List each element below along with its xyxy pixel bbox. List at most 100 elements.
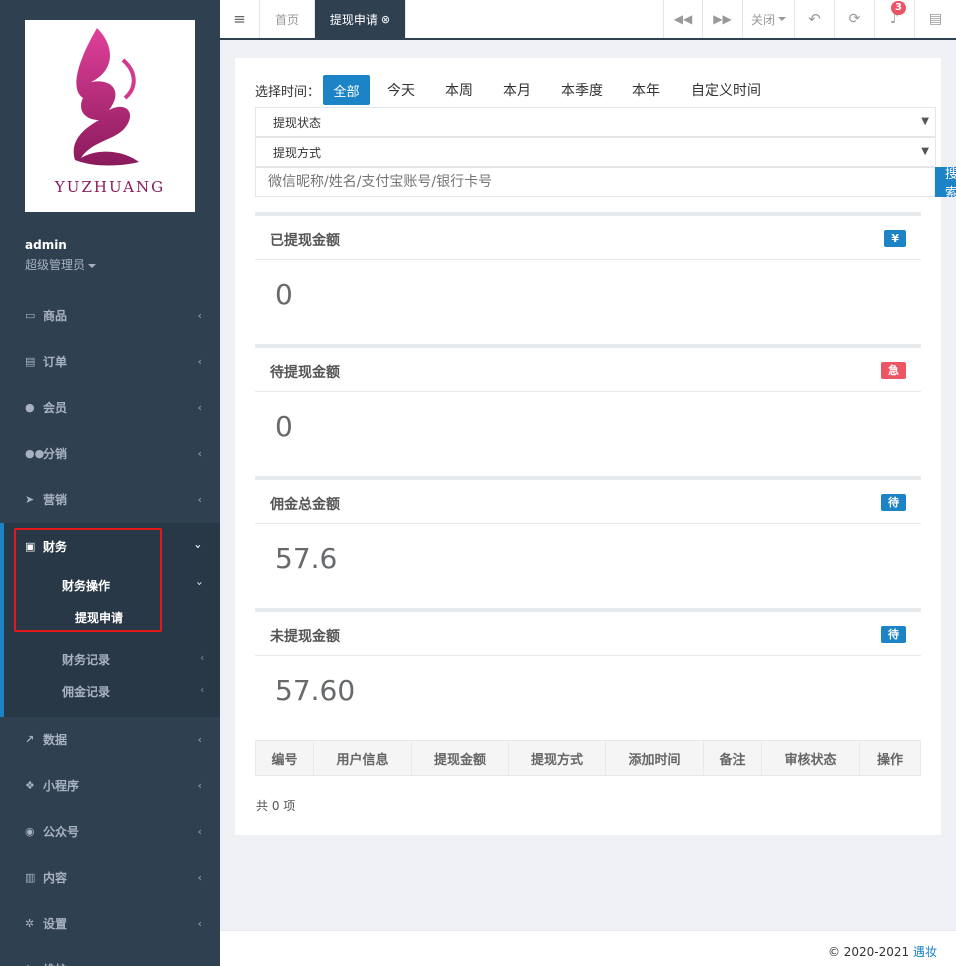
- settings-panel-icon[interactable]: ▤: [915, 0, 956, 38]
- stat-value: 0: [275, 278, 293, 311]
- search-button-label: 搜索: [945, 167, 956, 197]
- chevron-left-icon: ‹: [197, 493, 202, 506]
- tab-home[interactable]: 首页: [260, 0, 315, 38]
- table-header-row: 编号 用户信息 提现金额 提现方式 添加时间 备注 审核状态 操作: [255, 740, 921, 776]
- wechat-icon: ◉: [25, 824, 35, 838]
- send-icon: ➤: [25, 492, 35, 506]
- stat-header: 待提现金额 急: [255, 348, 921, 392]
- bell-icon[interactable]: ♪ 3: [875, 0, 915, 38]
- select-value: 提现状态: [273, 115, 322, 130]
- time-filter-quarter[interactable]: 本季度: [552, 75, 612, 105]
- stat-box-withdrawn: 已提现金额 ¥ 0: [255, 212, 921, 334]
- cubes-icon: ❖: [25, 778, 35, 792]
- sidebar-item-marketing[interactable]: ➤ 营销 ‹: [0, 476, 220, 522]
- sidebar-item-settings[interactable]: ✲ 设置 ‹: [0, 900, 220, 946]
- table-header-cell: 提现金额: [412, 741, 509, 775]
- stat-header: 未提现金额 待: [255, 612, 921, 656]
- select-value: 提现方式: [273, 145, 322, 160]
- close-menu-label: 关闭: [750, 12, 775, 27]
- footer: © 2020-2021 遇妆: [220, 930, 956, 966]
- sidebar-item-label: 数据: [43, 732, 68, 747]
- sidebar-item-distribution[interactable]: ●● 分销 ‹: [0, 430, 220, 476]
- logo-text: YUZHUANG: [54, 178, 166, 196]
- table-header-cell: 用户信息: [314, 741, 412, 775]
- total-count: 共 0 项: [256, 799, 296, 813]
- search-button[interactable]: 搜索: [935, 167, 956, 197]
- user-role-dropdown[interactable]: 超级管理员: [25, 256, 97, 273]
- chevron-down-icon: ‹: [192, 581, 206, 586]
- sidebar-item-members[interactable]: ● 会员 ‹: [0, 384, 220, 430]
- book-icon: ▥: [25, 870, 36, 884]
- caret-down-icon: [778, 17, 786, 21]
- menu-toggle-icon[interactable]: ≡: [220, 0, 260, 38]
- user-name[interactable]: admin: [25, 238, 67, 252]
- sidebar-item-label: 设置: [43, 916, 68, 931]
- sidebar-item-label: 维护: [43, 961, 67, 966]
- time-filter-custom[interactable]: 自定义时间: [680, 75, 772, 105]
- sidebar-item-label: 营销: [43, 492, 68, 507]
- sidebar-item-label: 会员: [43, 400, 68, 415]
- chevron-left-icon: ‹: [197, 355, 202, 368]
- stat-badge: ¥: [884, 230, 906, 247]
- sidebar-item-miniprogram[interactable]: ❖ 小程序 ‹: [0, 762, 220, 808]
- time-filter-week[interactable]: 本周: [436, 75, 482, 105]
- chevron-left-icon: ‹: [197, 779, 202, 792]
- time-filter-today[interactable]: 今天: [378, 75, 424, 105]
- time-filter-all[interactable]: 全部: [323, 75, 370, 105]
- chevron-down-icon: ‹: [191, 544, 205, 549]
- refresh-icon[interactable]: ⟳: [835, 0, 875, 38]
- stat-value: 0: [275, 410, 293, 443]
- sidebar-subitem-finance-records[interactable]: 财务记录: [62, 651, 110, 668]
- stat-header: 佣金总金额 待: [255, 480, 921, 524]
- chevron-left-icon: ‹: [197, 733, 202, 746]
- time-filter-month[interactable]: 本月: [494, 75, 540, 105]
- withdraw-status-select[interactable]: 提现状态 ▼: [255, 107, 936, 137]
- search-input[interactable]: [255, 167, 935, 197]
- table-header-cell: 编号: [256, 741, 314, 775]
- sidebar-item-data[interactable]: ↗ 数据 ‹: [0, 716, 220, 762]
- tab-withdraw[interactable]: 提现申请 ⊗: [315, 0, 406, 38]
- list-icon: ▤: [25, 354, 36, 368]
- chevron-left-icon: ‹: [200, 651, 205, 664]
- copyright-text: © 2020-2021: [827, 945, 913, 959]
- table-header-cell: 审核状态: [762, 741, 860, 775]
- sidebar-item-label: 分销: [43, 446, 68, 461]
- stat-title: 佣金总金额: [270, 497, 340, 513]
- topbar: ≡ 首页 提现申请 ⊗ ◀◀ ▶▶ 关闭 ↶ ⟳ ♪ 3 ▤: [220, 0, 956, 40]
- copyright: © 2020-2021 遇妆: [828, 943, 937, 960]
- users-icon: ●●: [25, 446, 45, 460]
- sidebar-item-maintenance[interactable]: ✎维护‹: [0, 946, 220, 966]
- stat-box-pending: 待提现金额 急 0: [255, 344, 921, 466]
- user-icon: ●: [25, 400, 35, 414]
- time-filter-year[interactable]: 本年: [622, 75, 670, 105]
- brand-link[interactable]: 遇妆: [913, 945, 937, 959]
- sidebar-item-label: 内容: [43, 870, 68, 885]
- stat-badge: 待: [881, 494, 906, 511]
- chevron-left-icon: ‹: [197, 917, 202, 930]
- logo: YUZHUANG: [25, 20, 195, 212]
- wrench-icon: ✎: [25, 963, 43, 966]
- dropdown-arrow-icon: ▼: [921, 146, 929, 157]
- chevron-left-icon: ‹: [197, 401, 202, 414]
- scroll-left-icon[interactable]: ◀◀: [663, 0, 703, 38]
- back-icon[interactable]: ↶: [795, 0, 835, 38]
- sidebar-item-official-account[interactable]: ◉ 公众号 ‹: [0, 808, 220, 854]
- close-menu-button[interactable]: 关闭: [743, 0, 795, 38]
- table-header-cell: 操作: [876, 752, 903, 768]
- sidebar-item-goods[interactable]: ▭ 商品 ‹: [0, 292, 220, 338]
- stat-value: 57.6: [275, 542, 338, 575]
- stat-title: 待提现金额: [270, 365, 340, 381]
- stat-badge: 待: [881, 626, 906, 643]
- sidebar-subitem-commission-records[interactable]: 佣金记录: [62, 683, 110, 700]
- highlight-box: [14, 528, 162, 632]
- sidebar-item-orders[interactable]: ▤ 订单 ‹: [0, 338, 220, 384]
- stat-header: 已提现金额 ¥: [255, 216, 921, 260]
- scroll-right-icon[interactable]: ▶▶: [703, 0, 743, 38]
- withdraw-method-select[interactable]: 提现方式 ▼: [255, 137, 936, 167]
- sidebar-item-label: 小程序: [43, 778, 80, 793]
- sidebar-item-content[interactable]: ▥ 内容 ‹: [0, 854, 220, 900]
- user-role-label: 超级管理员: [25, 258, 86, 272]
- stat-box-unwithdrawn: 未提现金额 待 57.60: [255, 608, 921, 730]
- chart-icon: ↗: [25, 732, 35, 746]
- close-icon[interactable]: ⊗: [381, 13, 390, 26]
